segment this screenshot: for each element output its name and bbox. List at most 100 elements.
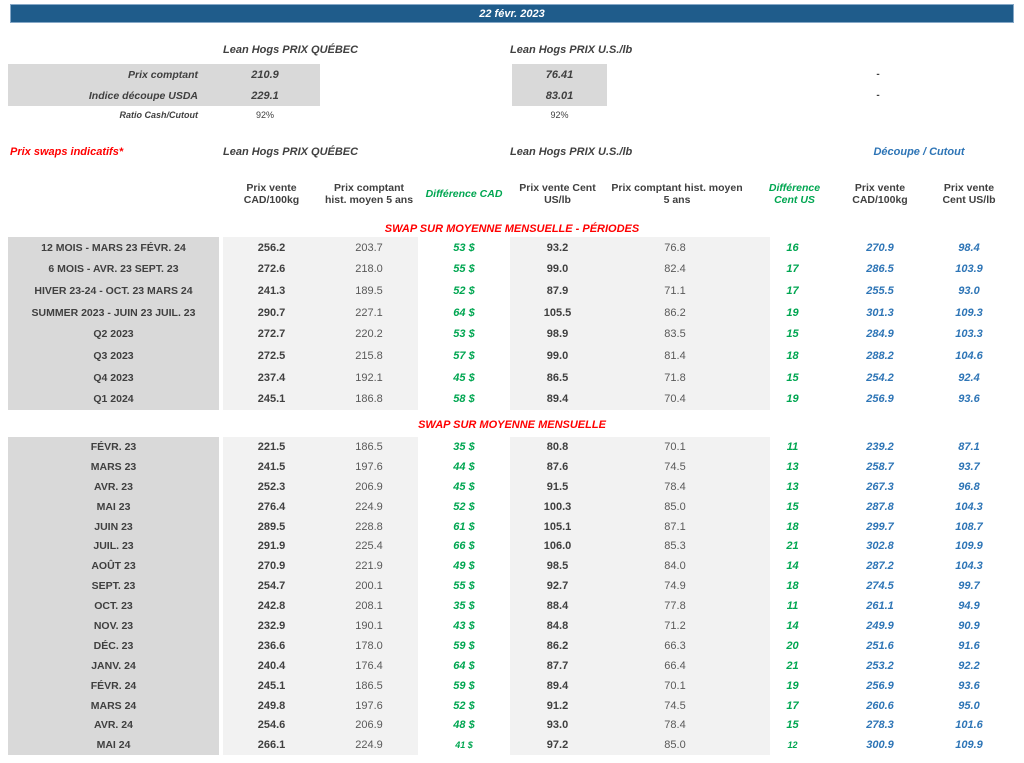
- prix-vente-us-value: 87.6: [510, 456, 605, 477]
- summary-header-us: Lean Hogs PRIX U.S./lb: [510, 44, 633, 56]
- table-row: FÉVR. 24 245.1 186.5 59 $ 89.4 70.1 19 2…: [8, 675, 1008, 696]
- table-row: NOV. 23 232.9 190.1 43 $ 84.8 71.2 14 24…: [8, 616, 1008, 636]
- cutout-us-value: 101.6: [955, 719, 983, 732]
- table-row: Q3 2023 272.5 215.8 57 $ 99.0 81.4 18 28…: [8, 345, 1008, 367]
- difference-cad-value: 57 $: [453, 350, 475, 363]
- row-label: MARS 23: [8, 456, 223, 477]
- prix-comptant-hist-cad-value: 208.1: [320, 596, 418, 617]
- table-row: SUMMER 2023 - JUIN 23 JUIL. 23 290.7 227…: [8, 301, 1008, 324]
- summary-dash: -: [876, 90, 880, 101]
- swaps-title: Prix swaps indicatifs*: [10, 146, 124, 158]
- prix-comptant-hist-cad-value: 206.9: [320, 715, 418, 736]
- cutout-cad-value: 253.2: [866, 659, 894, 672]
- summary-us-value: 83.01: [512, 85, 607, 106]
- difference-cad-value: 61 $: [453, 520, 475, 533]
- table-row: 12 MOIS - MARS 23 FÉVR. 24 256.2 203.7 5…: [8, 237, 1008, 259]
- row-label: AVR. 23: [8, 476, 223, 497]
- difference-cad-value: 52 $: [453, 699, 475, 712]
- difference-cad-value: 64 $: [453, 659, 475, 672]
- cutout-cad-value: 302.8: [866, 540, 894, 553]
- prix-vente-cad-value: 232.9: [223, 616, 320, 636]
- summary-quebec-box: Prix comptant 210.9: [8, 64, 320, 85]
- cutout-us-value: 104.6: [955, 350, 983, 363]
- difference-us-value: 13: [786, 480, 799, 493]
- summary-us-value: 76.41: [512, 64, 607, 85]
- difference-us-value: 19: [786, 306, 799, 319]
- summary-quebec-value: 210.9: [251, 68, 279, 81]
- difference-cad-value: 53 $: [453, 328, 475, 341]
- prix-comptant-hist-us-value: 82.4: [605, 258, 770, 281]
- row-label: JUIL. 23: [8, 536, 223, 557]
- prix-comptant-hist-cad-value: 228.8: [320, 516, 418, 537]
- difference-cad-value: 58 $: [453, 393, 475, 406]
- row-label: Q4 2023: [8, 366, 223, 389]
- prix-comptant-hist-cad-value: 189.5: [320, 280, 418, 302]
- difference-cad-value: 52 $: [453, 500, 475, 513]
- header-spacer: [8, 166, 223, 222]
- row-label: JUIN 23: [8, 516, 223, 537]
- cutout-cad-value: 255.5: [866, 285, 894, 298]
- periods-table: 12 MOIS - MARS 23 FÉVR. 24 256.2 203.7 5…: [8, 237, 1008, 411]
- cutout-us-value: 93.7: [958, 460, 980, 473]
- difference-us-value: 11: [786, 440, 799, 453]
- header-prix-comptant-hist-cad: Prix comptant hist. moyen 5 ans: [324, 181, 414, 206]
- prix-comptant-hist-cad-value: 192.1: [320, 366, 418, 389]
- cutout-us-value: 91.6: [958, 639, 980, 652]
- prix-comptant-hist-cad-value: 186.5: [320, 437, 418, 457]
- prix-vente-us-value: 86.5: [510, 366, 605, 389]
- cutout-cad-value: 278.3: [866, 719, 894, 732]
- section-title-periodes: SWAP SUR MOYENNE MENSUELLE - PÉRIODES: [384, 222, 640, 235]
- prix-comptant-hist-cad-value: 225.4: [320, 536, 418, 557]
- cutout-cad-value: 301.3: [866, 306, 894, 319]
- row-label: Q2 2023: [8, 323, 223, 346]
- summary-row-ratio: Ratio Cash/Cutout 92% 92%: [0, 106, 1024, 124]
- difference-us-value: 19: [786, 393, 799, 406]
- prix-comptant-hist-us-value: 71.1: [605, 280, 770, 302]
- summary-dash: -: [876, 69, 880, 80]
- header-difference-us: Différence Cent US: [768, 181, 821, 206]
- report-date: 22 févr. 2023: [479, 7, 545, 20]
- cutout-cad-value: 270.9: [866, 241, 894, 254]
- cutout-cad-value: 249.9: [866, 619, 894, 632]
- difference-cad-value: 48 $: [453, 719, 475, 732]
- row-label: MARS 24: [8, 695, 223, 716]
- row-label: SEPT. 23: [8, 576, 223, 597]
- cutout-us-value: 103.3: [955, 328, 983, 341]
- difference-cad-value: 45 $: [453, 371, 475, 384]
- prix-comptant-hist-cad-value: 218.0: [320, 258, 418, 281]
- table-row: MARS 23 241.5 197.6 44 $ 87.6 74.5 13 25…: [8, 456, 1008, 477]
- swap-price-report: 22 févr. 2023 Lean Hogs PRIX QUÉBEC Lean…: [0, 0, 1024, 763]
- prix-vente-cad-value: 240.4: [223, 655, 320, 676]
- row-label: FÉVR. 24: [8, 675, 223, 696]
- prix-vente-cad-value: 241.5: [223, 456, 320, 477]
- prix-vente-cad-value: 272.7: [223, 323, 320, 346]
- header-cutout-us: Prix vente Cent US/lb: [942, 181, 996, 206]
- prix-comptant-hist-cad-value: 176.4: [320, 655, 418, 676]
- prix-vente-us-value: 99.0: [510, 345, 605, 367]
- table-row: OCT. 23 242.8 208.1 35 $ 88.4 77.8 11 26…: [8, 596, 1008, 617]
- cutout-us-value: 98.4: [958, 241, 980, 254]
- difference-us-value: 21: [786, 540, 799, 553]
- prix-vente-cad-value: 276.4: [223, 496, 320, 517]
- prix-comptant-hist-us-value: 66.3: [605, 635, 770, 656]
- column-headers: Prix vente CAD/100kg Prix comptant hist.…: [8, 166, 1008, 222]
- prix-comptant-hist-cad-value: 197.6: [320, 456, 418, 477]
- difference-cad-value: 59 $: [453, 679, 475, 692]
- cutout-cad-value: 261.1: [866, 600, 894, 613]
- cutout-cad-value: 260.6: [866, 699, 894, 712]
- prix-comptant-hist-cad-value: 206.9: [320, 476, 418, 497]
- prix-vente-us-value: 106.0: [510, 536, 605, 557]
- row-label: FÉVR. 23: [8, 437, 223, 457]
- prix-comptant-hist-us-value: 81.4: [605, 345, 770, 367]
- cutout-us-value: 109.9: [955, 739, 983, 752]
- prix-vente-us-value: 91.2: [510, 695, 605, 716]
- header-prix-vente-us: Prix vente Cent US/lb: [519, 181, 596, 206]
- prix-comptant-hist-us-value: 71.2: [605, 616, 770, 636]
- cutout-us-value: 104.3: [955, 500, 983, 513]
- row-label: MAI 23: [8, 496, 223, 517]
- cutout-cad-value: 286.5: [866, 263, 894, 276]
- difference-cad-value: 66 $: [453, 540, 475, 553]
- difference-cad-value: 43 $: [453, 619, 475, 632]
- cutout-cad-value: 287.8: [866, 500, 894, 513]
- prix-comptant-hist-us-value: 74.5: [605, 695, 770, 716]
